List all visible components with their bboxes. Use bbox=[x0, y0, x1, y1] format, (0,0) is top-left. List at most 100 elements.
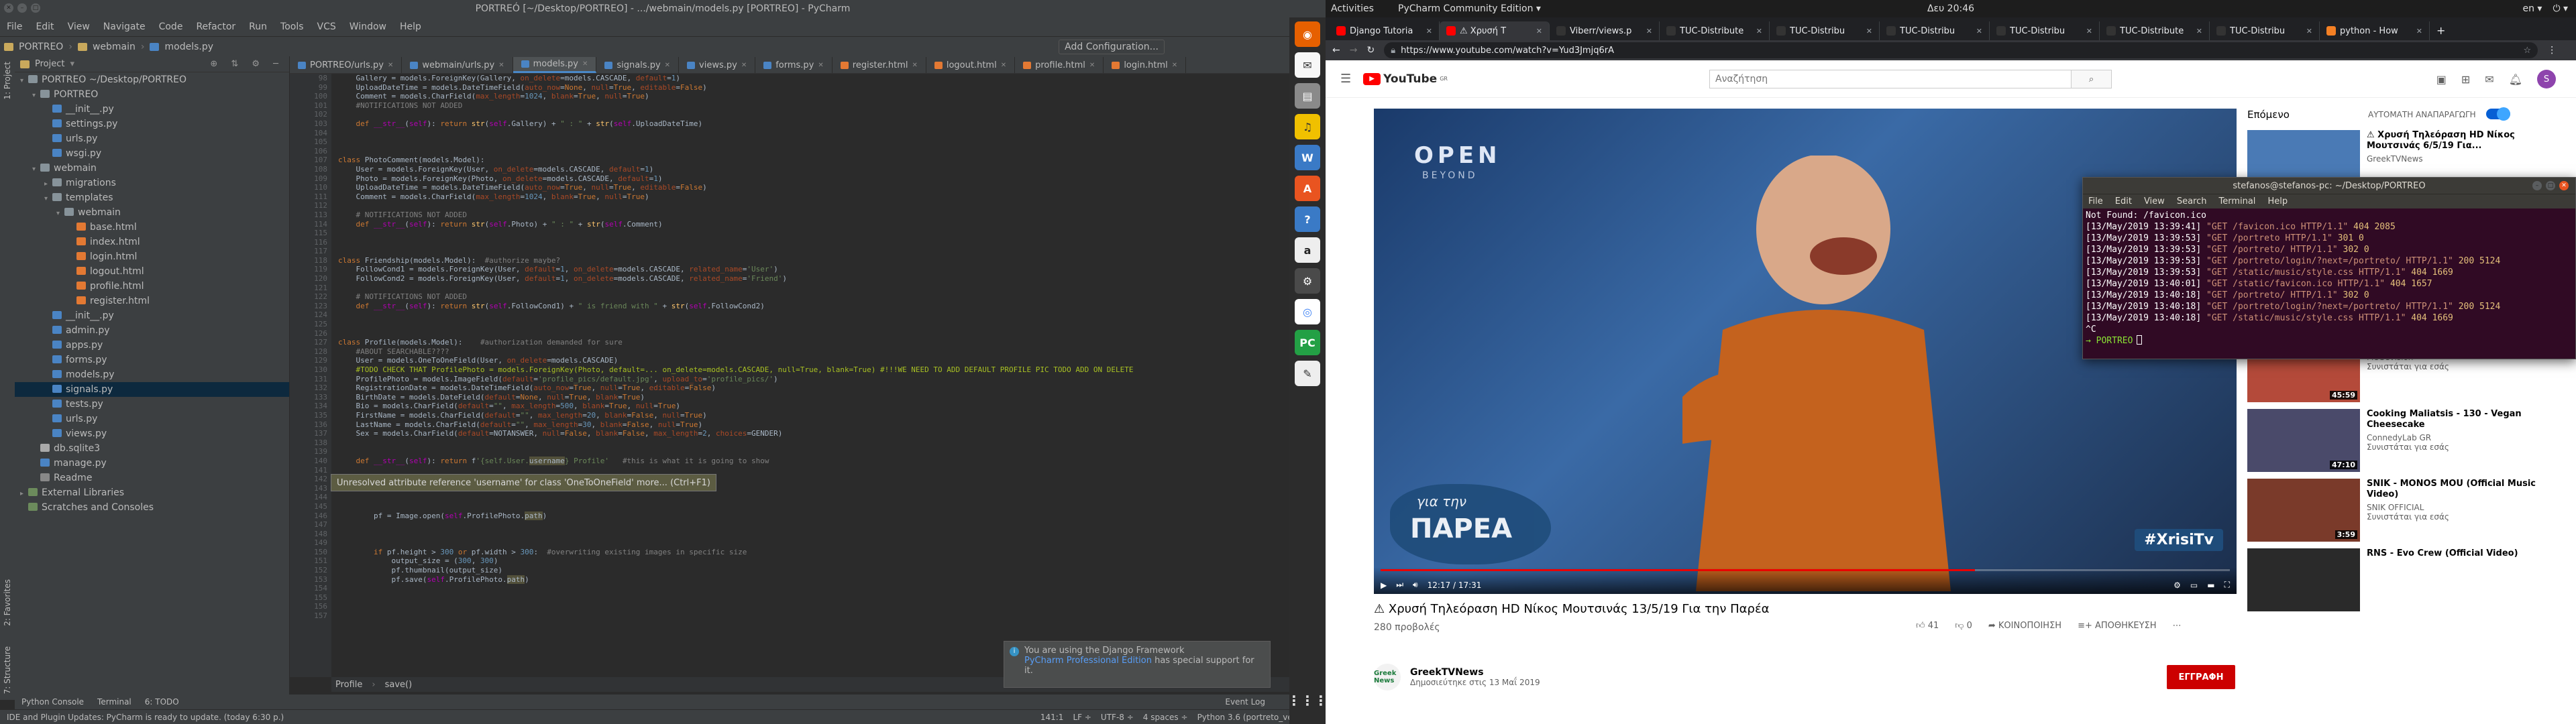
editor-tab[interactable]: views.py ✕ bbox=[679, 57, 756, 73]
recommendation-card[interactable]: RNS - Evo Crew (Official Video) bbox=[2247, 548, 2569, 611]
terminal-menu-view[interactable]: View bbox=[2144, 196, 2165, 206]
close-tab-icon[interactable]: ✕ bbox=[2416, 27, 2422, 36]
browser-tab[interactable]: TUC-Distribu ✕ bbox=[1880, 21, 1990, 40]
python-console-tool-button[interactable]: Python Console bbox=[21, 697, 84, 707]
terminal-minimize-button[interactable]: – bbox=[2532, 181, 2542, 190]
tree-item[interactable]: register.html bbox=[15, 294, 289, 308]
recommendation-title[interactable]: Cooking Maliatsis - 130 - Vegan Cheeseca… bbox=[2367, 409, 2569, 430]
notifications-bell-icon[interactable]: 🔔︎ bbox=[2509, 73, 2522, 86]
recommendation-thumbnail[interactable]: 3:59 bbox=[2247, 479, 2360, 542]
software-center-icon[interactable]: A bbox=[1295, 176, 1320, 201]
editor-tab[interactable]: PORTREO/urls.py ✕ bbox=[290, 57, 402, 73]
expand-arrow-icon[interactable]: ▾ bbox=[20, 74, 28, 88]
tree-item[interactable]: ▾ webmain bbox=[15, 161, 289, 176]
tree-item[interactable]: Readme bbox=[15, 471, 289, 485]
close-tab-icon[interactable]: ✕ bbox=[1536, 27, 1542, 36]
expand-arrow-icon[interactable]: ▾ bbox=[44, 192, 52, 206]
status-widget[interactable]: 4 spaces ÷ bbox=[1143, 713, 1188, 722]
fullscreen-icon[interactable]: ⛶ bbox=[2224, 580, 2230, 590]
terminal-maximize-button[interactable]: □ bbox=[2546, 181, 2555, 190]
tree-item[interactable]: logout.html bbox=[15, 264, 289, 279]
more-actions-icon[interactable]: ⋯ bbox=[2173, 621, 2182, 631]
amazon-icon[interactable]: a bbox=[1295, 237, 1320, 263]
close-tab-icon[interactable]: ✕ bbox=[2196, 27, 2202, 36]
settings-icon[interactable]: ⚙ bbox=[1295, 268, 1320, 294]
tree-item[interactable]: urls.py bbox=[15, 412, 289, 426]
search-input[interactable] bbox=[1710, 70, 2071, 88]
breadcrumb-method[interactable]: save() bbox=[385, 680, 413, 690]
hamburger-menu-icon[interactable]: ☰ bbox=[1340, 72, 1351, 86]
next-video-icon[interactable]: ⏭ bbox=[1396, 580, 1403, 590]
theater-mode-icon[interactable]: ▬ bbox=[2207, 581, 2214, 590]
address-bar[interactable]: 🔒︎ https://www.youtube.com/watch?v=Yud3J… bbox=[1384, 42, 2538, 58]
recommendation-thumbnail[interactable]: 47:10 bbox=[2247, 409, 2360, 472]
breadcrumb-class[interactable]: Profile bbox=[335, 680, 362, 690]
close-tab-icon[interactable]: ✕ bbox=[1172, 62, 1177, 69]
django-notification[interactable]: i You are using the Django Framework PyC… bbox=[1004, 641, 1271, 688]
event-log-button[interactable]: Event Log bbox=[1225, 697, 1265, 707]
notification-link[interactable]: PyCharm Professional Edition bbox=[1024, 656, 1152, 666]
close-window-button[interactable]: ✕ bbox=[4, 3, 13, 13]
apps-grid-icon[interactable]: ⊞ bbox=[2461, 73, 2470, 86]
terminal-menu-edit[interactable]: Edit bbox=[2115, 196, 2132, 206]
inspection-hint-popup[interactable]: Unresolved attribute reference 'username… bbox=[331, 474, 716, 491]
rhythmbox-icon[interactable]: ♫ bbox=[1295, 114, 1320, 139]
account-avatar[interactable]: S bbox=[2537, 70, 2556, 88]
miniplayer-icon[interactable]: ▭ bbox=[2190, 581, 2198, 590]
terminal-menu-terminal[interactable]: Terminal bbox=[2218, 196, 2255, 206]
keyboard-layout-indicator[interactable]: en ▾ bbox=[2522, 3, 2542, 14]
tree-item[interactable]: ▾ templates bbox=[15, 190, 289, 205]
dislike-button[interactable]: 👎︎ 0 bbox=[1955, 621, 1972, 631]
browser-tab[interactable]: TUC-Distribu ✕ bbox=[1770, 21, 1880, 40]
editor-tab[interactable]: profile.html ✕ bbox=[1015, 57, 1104, 73]
thunderbird-icon[interactable]: ✉ bbox=[1295, 52, 1320, 78]
tree-item[interactable]: forms.py bbox=[15, 353, 289, 367]
search-button[interactable]: ⌕ bbox=[2071, 70, 2111, 88]
close-tab-icon[interactable]: ✕ bbox=[1976, 27, 1982, 36]
tree-item[interactable]: urls.py bbox=[15, 131, 289, 146]
tree-item[interactable]: signals.py bbox=[15, 382, 289, 397]
todo-tool-button[interactable]: 6: TODO bbox=[145, 697, 179, 707]
menu-window[interactable]: Window bbox=[350, 21, 386, 32]
terminal-tool-button[interactable]: Terminal bbox=[97, 697, 131, 707]
like-button[interactable]: 👍︎ 41 bbox=[1916, 621, 1939, 631]
recommendation-card[interactable]: 47:10 Cooking Maliatsis - 130 - Vegan Che… bbox=[2247, 409, 2569, 472]
tree-item[interactable]: Scratches and Consoles bbox=[15, 500, 289, 515]
tree-item[interactable]: db.sqlite3 bbox=[15, 441, 289, 456]
menu-code[interactable]: Code bbox=[159, 21, 183, 32]
structure-tool-button[interactable]: 7: Structure bbox=[3, 646, 12, 694]
browser-tab[interactable]: Django Tutoria ✕ bbox=[1330, 21, 1440, 40]
tree-item[interactable]: apps.py bbox=[15, 338, 289, 353]
close-tab-icon[interactable]: ✕ bbox=[582, 60, 588, 68]
address-url[interactable]: https://www.youtube.com/watch?v=Yud3Jmjq… bbox=[1401, 46, 1614, 56]
tree-item[interactable]: login.html bbox=[15, 249, 289, 264]
tree-item[interactable]: __init__.py bbox=[15, 308, 289, 323]
project-panel-title[interactable]: Project bbox=[35, 59, 64, 69]
editor-tab[interactable]: logout.html ✕ bbox=[926, 57, 1016, 73]
nav-crumb-package[interactable]: webmain bbox=[93, 42, 136, 52]
menu-run[interactable]: Run bbox=[249, 21, 267, 32]
tree-item[interactable]: ▾ webmain bbox=[15, 205, 289, 220]
editor-tab[interactable]: models.py ✕ bbox=[513, 57, 597, 73]
editor-tab[interactable]: signals.py ✕ bbox=[596, 57, 680, 73]
close-tab-icon[interactable]: ✕ bbox=[1089, 62, 1095, 69]
panel-gear-icon[interactable]: ⊕ ⇅ ⚙ ─ bbox=[210, 59, 284, 69]
expand-arrow-icon[interactable]: ▾ bbox=[32, 162, 40, 177]
close-tab-icon[interactable]: ✕ bbox=[498, 62, 504, 69]
chrome-icon[interactable]: ◎ bbox=[1295, 299, 1320, 324]
editor-tab[interactable]: forms.py ✕ bbox=[755, 57, 833, 73]
maximize-window-button[interactable]: □ bbox=[31, 3, 40, 13]
browser-tab[interactable]: TUC-Distribu ✕ bbox=[1990, 21, 2100, 40]
autoplay-toggle[interactable] bbox=[2486, 107, 2510, 121]
expand-arrow-icon[interactable]: ▸ bbox=[20, 487, 28, 501]
bookmark-star-icon[interactable]: ☆ bbox=[2524, 46, 2532, 56]
help-icon[interactable]: ? bbox=[1295, 206, 1320, 232]
tree-item[interactable]: admin.py bbox=[15, 323, 289, 338]
recommendation-title[interactable]: ⚠ Χρυσή Τηλεόραση HD Νίκος Μουτσινάς 6/5… bbox=[2367, 130, 2569, 152]
menu-navigate[interactable]: Navigate bbox=[103, 21, 146, 32]
browser-tab[interactable]: TUC-Distribu ✕ bbox=[2210, 21, 2320, 40]
clock[interactable]: Δευ 20:46 bbox=[1326, 3, 2576, 14]
recommendation-thumbnail[interactable] bbox=[2247, 548, 2360, 611]
project-tool-button[interactable]: 1: Project bbox=[3, 62, 12, 100]
power-menu-icon[interactable]: ⏻ ▾ bbox=[2553, 3, 2568, 14]
